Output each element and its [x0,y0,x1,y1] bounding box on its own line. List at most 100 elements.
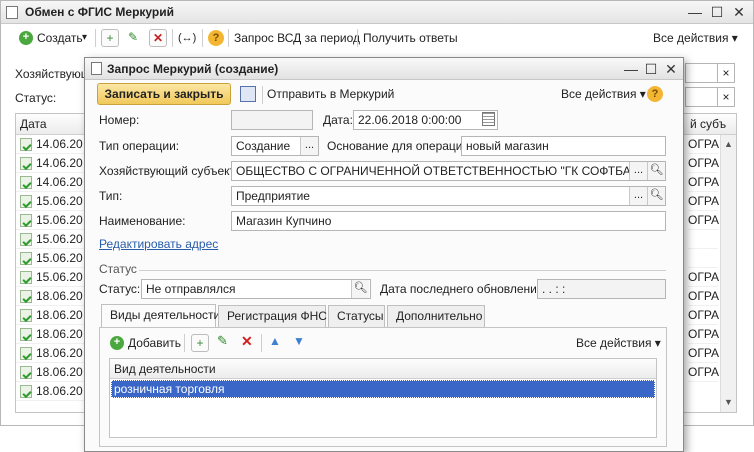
subject-cell: ОГРА [688,173,719,192]
help-icon[interactable]: ? [208,30,224,46]
send-to-mercury-button[interactable]: Отправить в Меркурий [267,83,394,105]
status-section-heading: Статус [99,262,137,276]
status-filter-label: Статус: [15,91,57,105]
delete-icon[interactable]: ✕ [241,333,253,350]
close-icon[interactable]: ✕ [661,58,681,80]
save-and-close-button[interactable]: Записать и закрыть [97,83,231,105]
document-posted-icon [20,309,32,322]
search-icon[interactable]: 🔍︎ [647,187,665,205]
scroll-up-icon[interactable]: ▲ [724,139,733,149]
maximize-icon[interactable]: ☐ [707,1,727,24]
table-row[interactable]: 18.06.20 [16,325,86,344]
document-posted-icon [20,157,32,170]
create-dropdown-arrow[interactable]: ▾ [82,27,87,49]
table-row[interactable]: 18.06.20 [16,306,86,325]
subject-cell: ОГРА [688,363,719,382]
save-disk-icon[interactable] [240,86,256,102]
table-row[interactable]: розничная торговля [111,380,655,398]
activity-table: Вид деятельности розничная торговля [109,358,657,438]
add-activity-button[interactable]: Добавить [128,332,181,354]
table-row[interactable]: 14.06.20 [16,154,86,173]
minimize-icon[interactable]: — [685,1,705,24]
move-down-icon[interactable]: ▼ [293,334,305,348]
operation-type-select-button[interactable]: ... [300,137,318,155]
request-vsd-button[interactable]: Запрос ВСД за период [234,27,360,49]
date-field[interactable]: 22.06.2018 0:00:00 [353,110,498,130]
search-icon[interactable]: 🔍︎ [351,280,369,298]
date-cell: 18.06.20 [36,289,83,303]
subject-cell: ОГРА [688,306,719,325]
grid-scrollbar[interactable]: ▲ ▼ [720,135,736,412]
col-date-header[interactable]: Дата [20,114,47,134]
document-posted-icon [20,366,32,379]
exchange-window-titlebar: Обмен с ФГИС Меркурий — ☐ ✕ [1,1,753,24]
edit-icon[interactable]: ✎ [217,333,228,349]
link-icon[interactable]: (↔) [178,27,196,49]
help-icon[interactable]: ? [647,86,663,102]
delete-icon[interactable]: ✕ [149,29,167,47]
add-copy-icon[interactable]: + [101,29,119,47]
last-update-label: Дата последнего обновления: [380,282,547,296]
front-all-actions-button[interactable]: Все действия ▾ [561,83,646,105]
document-icon [6,6,18,19]
tab-all-actions-button[interactable]: Все действия ▾ [576,332,661,354]
document-posted-icon [20,252,32,265]
date-cell: 18.06.20 [36,308,83,322]
minimize-icon[interactable]: — [621,58,641,80]
create-button[interactable]: Создать [37,27,83,49]
date-cell: 18.06.20 [36,346,83,360]
request-window-title: Запрос Меркурий (создание) [107,62,279,76]
separator [202,29,203,47]
calendar-icon[interactable] [482,112,495,126]
date-cell: 15.06.20 [36,270,83,284]
tab-additional[interactable]: Дополнительно [387,305,485,327]
close-icon[interactable]: ✕ [729,1,749,24]
tab-statuses[interactable]: Статусы [328,305,385,327]
tab-fns-registration[interactable]: Регистрация ФНС [218,305,327,327]
separator [262,86,263,104]
table-row[interactable]: 18.06.20 [16,382,86,401]
table-row[interactable]: 14.06.20 [16,173,86,192]
operation-type-label: Тип операции: [99,139,180,153]
section-divider [139,270,666,271]
tab-activity-types[interactable]: Виды деятельности [101,304,220,327]
maximize-icon[interactable]: ☐ [641,58,661,80]
edit-icon[interactable]: ✎ [124,29,142,47]
table-row[interactable]: 15.06.20 [16,192,86,211]
status-field[interactable]: Не отправлялся [141,279,371,299]
type-field[interactable]: Предприятие [231,186,666,206]
date-cell: 14.06.20 [36,156,83,170]
get-answers-button[interactable]: Получить ответы [363,27,458,49]
date-cell: 15.06.20 [36,213,83,227]
date-cell: 14.06.20 [36,137,83,151]
table-row[interactable]: 18.06.20 [16,344,86,363]
table-row[interactable]: 15.06.20 [16,230,86,249]
subject-filter-label: Хозяйствующ [15,67,91,81]
table-row[interactable]: 15.06.20 [16,249,86,268]
table-row[interactable]: 18.06.20 [16,363,86,382]
subject-select-button[interactable]: ... [629,162,647,180]
table-row[interactable]: 14.06.20 [16,135,86,154]
status-label: Статус: [99,282,141,296]
add-copy-icon[interactable]: + [191,334,209,352]
name-field[interactable]: Магазин Купчино [231,211,666,231]
col-subject-header[interactable]: й субъ [690,114,726,134]
table-row[interactable]: 15.06.20 [16,268,86,287]
subject-filter-clear-icon[interactable]: × [717,63,735,83]
activity-column-header[interactable]: Вид деятельности [114,359,216,379]
table-row[interactable]: 18.06.20 [16,287,86,306]
subject-cell: ОГРА [688,135,719,154]
document-posted-icon [20,233,32,246]
move-up-icon[interactable]: ▲ [269,334,281,348]
status-filter-clear-icon[interactable]: × [717,87,735,107]
edit-address-link[interactable]: Редактировать адрес [99,237,218,251]
scroll-down-icon[interactable]: ▼ [724,397,733,407]
basis-field[interactable]: новый магазин [461,136,666,156]
type-select-button[interactable]: ... [629,187,647,205]
search-icon[interactable]: 🔍︎ [647,162,665,180]
number-field[interactable] [231,110,313,130]
activity-row-value: розничная торговля [114,382,225,396]
table-row[interactable]: 15.06.20 [16,211,86,230]
subject-field[interactable]: ОБЩЕСТВО С ОГРАНИЧЕННОЙ ОТВЕТСТВЕННОСТЬЮ… [231,161,666,181]
all-actions-button[interactable]: Все действия ▾ [653,27,738,49]
